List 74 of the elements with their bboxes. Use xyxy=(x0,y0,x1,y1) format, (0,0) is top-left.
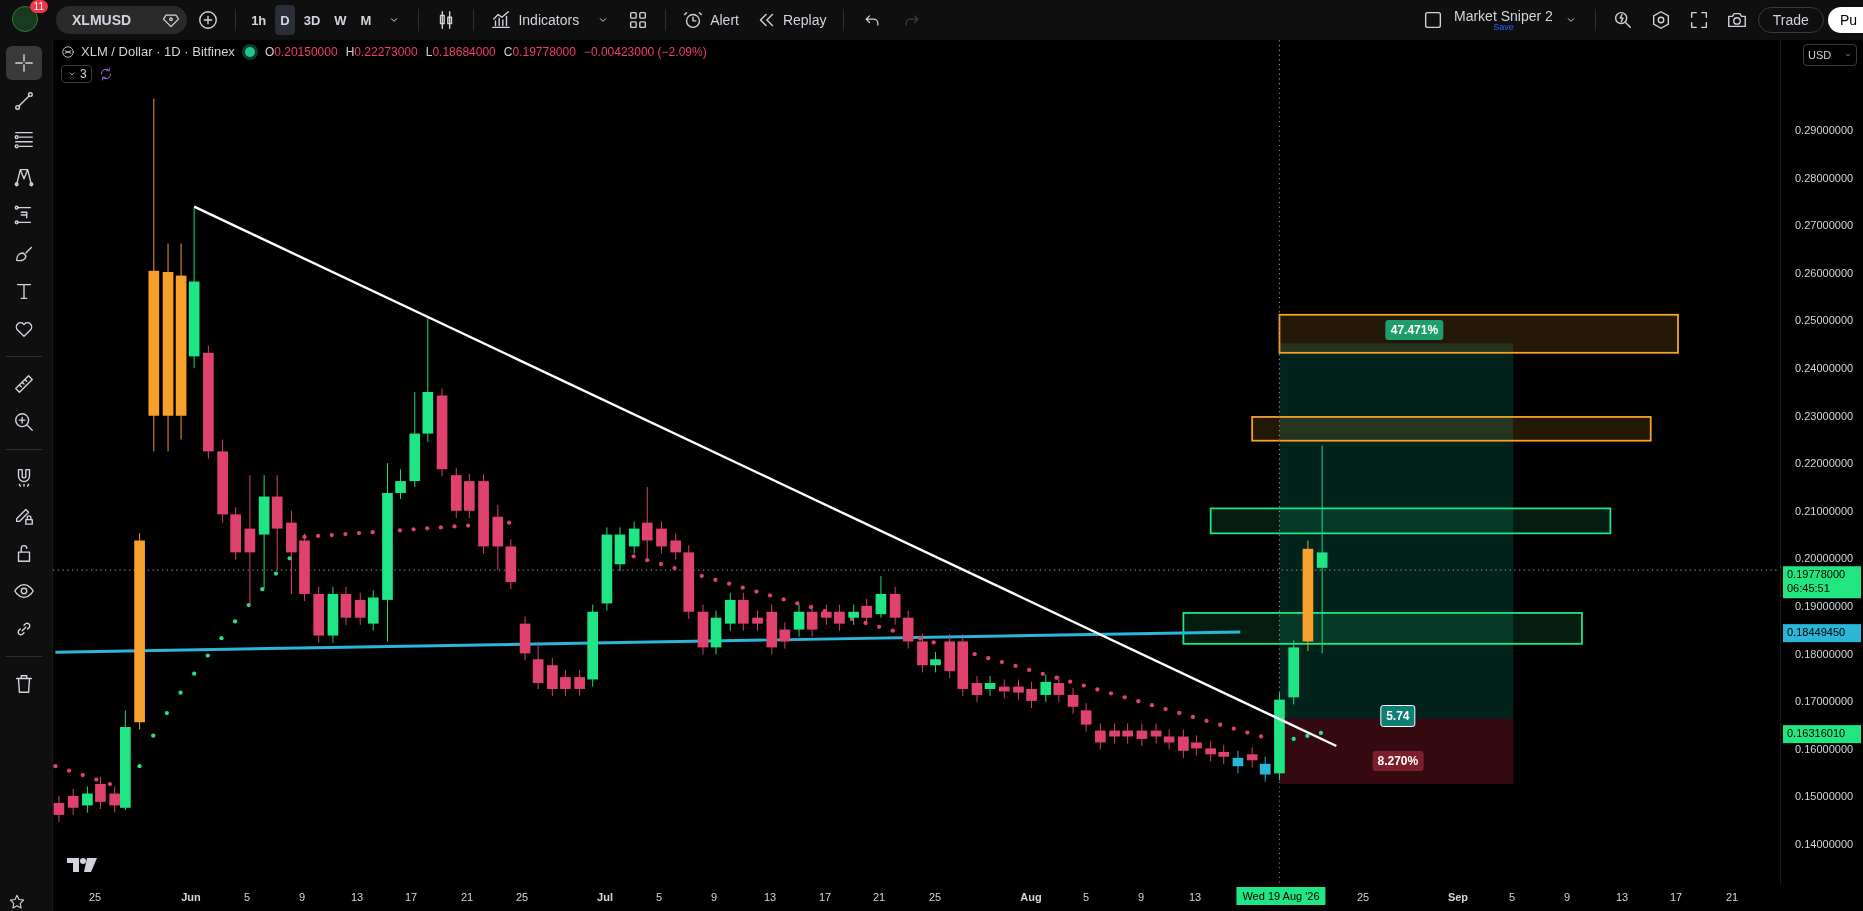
date-label: 5 xyxy=(1508,891,1516,903)
timeframe-tab[interactable]: D xyxy=(275,5,295,35)
date-label: 17 xyxy=(1669,891,1683,903)
date-label: 21 xyxy=(872,891,886,903)
price-label: 0.16000000 xyxy=(1795,742,1854,755)
date-label: Sep xyxy=(1447,891,1469,903)
indicators-toggle[interactable]: 3 xyxy=(61,65,92,83)
price-label: 0.18000000 xyxy=(1795,647,1854,660)
symbol-search[interactable]: XLMUSD xyxy=(56,6,188,34)
date-label: 21 xyxy=(460,891,474,903)
price-label: 0.22000000 xyxy=(1795,457,1854,470)
price-label: 0.14000000 xyxy=(1795,838,1854,850)
price-label: 0.23000000 xyxy=(1795,409,1854,422)
price-label: 0.21000000 xyxy=(1795,504,1854,517)
ohlc-label: H xyxy=(345,44,355,59)
currency-dropdown[interactable]: USD xyxy=(1803,44,1857,66)
notification-badge: 11 xyxy=(29,0,48,13)
publish-button[interactable]: Pu xyxy=(1827,7,1863,33)
alert-button[interactable]: Alert xyxy=(676,5,745,35)
price-label: 0.25000000 xyxy=(1795,314,1854,327)
date-label: 13 xyxy=(1615,891,1629,903)
price-label: 0.29000000 xyxy=(1795,124,1854,136)
date-label: 25 xyxy=(515,891,529,903)
price-label: 0.19000000 xyxy=(1795,600,1854,612)
date-label: Jun xyxy=(181,891,201,903)
price-label: 0.15000000 xyxy=(1795,790,1854,803)
date-label: Aug xyxy=(1020,891,1042,903)
price-change: −0.00423000 (−2.09%) xyxy=(583,44,707,59)
date-label: 9 xyxy=(710,891,718,903)
date-label: 25 xyxy=(88,891,102,903)
date-label: 5 xyxy=(655,891,663,903)
date-label: 21 xyxy=(1725,891,1739,903)
date-label: 5 xyxy=(1082,891,1090,903)
cursor-date-label: Wed 19 Aug '26 xyxy=(1236,887,1326,905)
date-label: 17 xyxy=(818,891,832,903)
save-link[interactable]: Save xyxy=(1493,22,1514,32)
ohlc-label: L xyxy=(425,44,433,59)
risk-reward-label: 5.74 xyxy=(1380,705,1416,728)
symbol-title: XLM / Dollar · 1D · Bitfinex xyxy=(81,44,235,59)
date-label: 13 xyxy=(350,891,364,903)
price-label: 0.20000000 xyxy=(1795,552,1854,565)
timeframe-tab[interactable]: 3D xyxy=(298,5,326,35)
ohlc-label: O xyxy=(264,44,275,59)
price-label: 0.26000000 xyxy=(1795,266,1854,279)
price-label: 0.27000000 xyxy=(1795,219,1854,232)
price-tag: 0.18449450 xyxy=(1783,624,1861,642)
layout-name[interactable]: Market Sniper 2 xyxy=(1454,8,1553,23)
ohlc-value: 0.19778000 xyxy=(512,44,576,59)
replay-button[interactable]: Replay xyxy=(748,5,833,35)
date-label: 17 xyxy=(404,891,418,903)
date-label: 25 xyxy=(1356,891,1370,903)
date-label: 9 xyxy=(1137,891,1145,903)
date-label: 25 xyxy=(928,891,942,903)
date-label: Jul xyxy=(597,891,613,903)
date-label: 13 xyxy=(763,891,777,903)
price-label: 0.17000000 xyxy=(1795,695,1854,708)
ohlc-value: 0.18684000 xyxy=(432,44,496,59)
price-label: 0.28000000 xyxy=(1795,171,1854,184)
date-label: 5 xyxy=(243,891,251,903)
price-tag: 0.19778000 06:45:51 xyxy=(1783,566,1861,598)
target-percent-label: 47.471% xyxy=(1385,320,1444,341)
indicators-button[interactable]: Indicators xyxy=(484,5,586,35)
ohlc-value: 0.20150000 xyxy=(274,44,338,59)
price-tag: 0.16316010 xyxy=(1783,725,1861,743)
timeframe-tab[interactable]: M xyxy=(355,5,377,35)
price-label: 0.24000000 xyxy=(1795,362,1854,374)
ohlc-label: C xyxy=(503,44,513,59)
stop-percent-label: 8.270% xyxy=(1372,751,1424,772)
date-label: 9 xyxy=(298,891,306,903)
timeframe-tab[interactable]: W xyxy=(329,5,352,35)
timeframe-tab[interactable]: 1h xyxy=(246,5,272,35)
ohlc-value: 0.22273000 xyxy=(354,44,418,59)
date-label: 13 xyxy=(1188,891,1202,903)
date-label: 9 xyxy=(1563,891,1571,903)
